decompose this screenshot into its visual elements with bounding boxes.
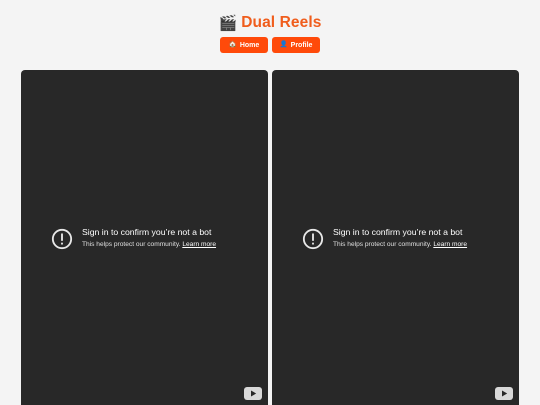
player-error-subtitle: This helps protect our community. Learn … <box>82 240 216 250</box>
header: 🎬 Dual Reels <box>0 12 540 34</box>
player-error-message: Sign in to confirm you’re not a bot This… <box>302 227 467 250</box>
app-title: Dual Reels <box>241 14 322 31</box>
house-icon: 🏠 <box>228 40 237 48</box>
page: 🎬 Dual Reels 🏠 Home 👤 Profile Sign in to… <box>0 0 540 405</box>
home-button-label: Home <box>239 41 260 49</box>
clapperboard-icon: 🎬 <box>218 14 238 32</box>
youtube-icon[interactable] <box>495 387 513 400</box>
warning-circle-icon <box>302 228 324 249</box>
user-icon: 👤 <box>279 40 288 48</box>
profile-button-label: Profile <box>290 41 313 49</box>
youtube-icon[interactable] <box>244 387 262 400</box>
video-player-right[interactable]: Sign in to confirm you’re not a bot This… <box>272 70 519 405</box>
profile-button[interactable]: 👤 Profile <box>272 37 320 53</box>
video-player-left[interactable]: Sign in to confirm you’re not a bot This… <box>21 70 268 405</box>
learn-more-link[interactable]: Learn more <box>182 241 216 248</box>
player-error-subtitle: This helps protect our community. Learn … <box>333 240 467 250</box>
learn-more-link[interactable]: Learn more <box>433 241 467 248</box>
player-error-title: Sign in to confirm you’re not a bot <box>333 227 463 237</box>
player-error-message: Sign in to confirm you’re not a bot This… <box>51 227 216 250</box>
warning-circle-icon <box>51 228 73 249</box>
home-button[interactable]: 🏠 Home <box>220 37 268 53</box>
player-error-title: Sign in to confirm you’re not a bot <box>82 227 212 237</box>
player-error-subtitle-text: This helps protect our community. <box>82 241 181 248</box>
nav-bar: 🏠 Home 👤 Profile <box>0 37 540 53</box>
player-error-subtitle-text: This helps protect our community. <box>333 241 432 248</box>
